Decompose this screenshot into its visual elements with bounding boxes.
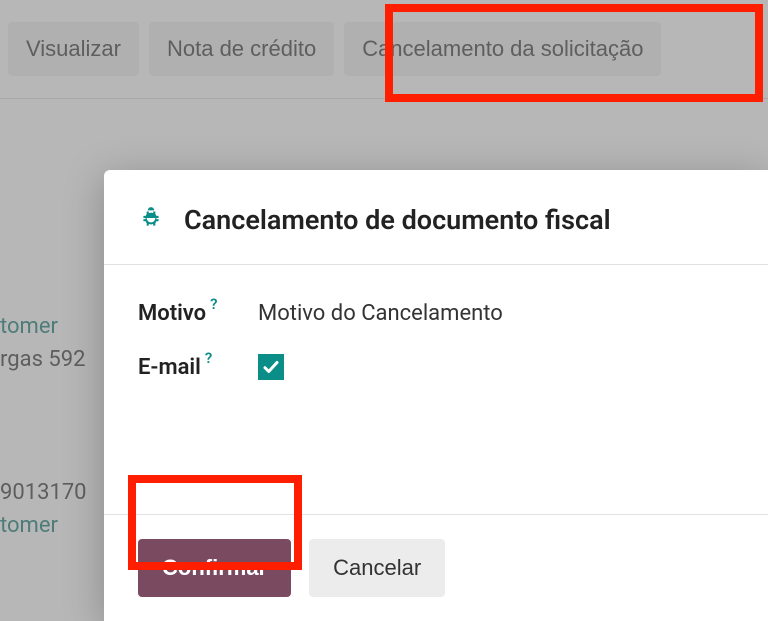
modal-title: Cancelamento de documento fiscal: [184, 204, 611, 236]
reason-label-text: Motivo: [138, 301, 206, 326]
help-icon[interactable]: ?: [210, 295, 217, 313]
email-checkbox[interactable]: [258, 354, 284, 380]
reason-input[interactable]: Motivo do Cancelamento: [258, 301, 503, 326]
reason-label: Motivo ?: [138, 301, 258, 326]
email-label-text: E-mail: [138, 355, 201, 380]
email-row: E-mail ?: [138, 354, 734, 380]
modal-footer: Confirmar Cancelar: [104, 514, 768, 621]
modal-body: Motivo ? Motivo do Cancelamento E-mail ?: [104, 265, 768, 514]
reason-row: Motivo ? Motivo do Cancelamento: [138, 301, 734, 326]
modal-header: Cancelamento de documento fiscal: [104, 170, 768, 265]
cancel-button[interactable]: Cancelar: [309, 539, 445, 597]
cancel-fiscal-document-modal: Cancelamento de documento fiscal Motivo …: [104, 170, 768, 621]
help-icon[interactable]: ?: [205, 349, 212, 367]
confirm-button[interactable]: Confirmar: [138, 539, 291, 597]
email-label: E-mail ?: [138, 355, 258, 380]
bug-icon: [138, 205, 164, 235]
